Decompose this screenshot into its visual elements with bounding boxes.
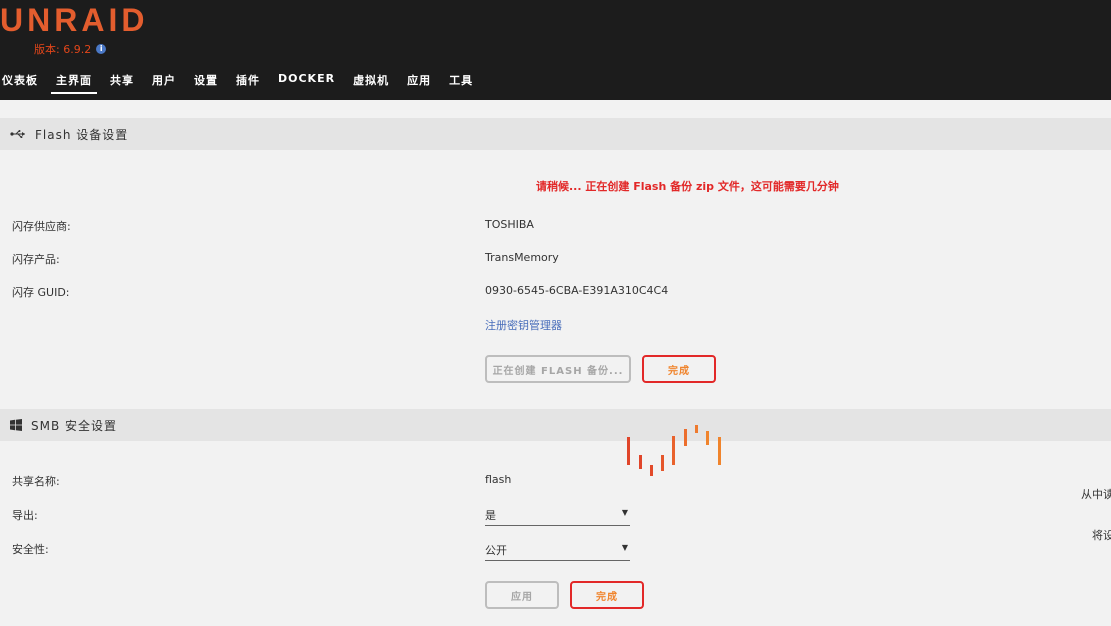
flash-backup-button[interactable]: 正在创建 FLASH 备份... [485, 355, 631, 383]
flash-section-title: Flash 设备设置 [35, 127, 129, 142]
flash-vendor-value: TOSHIBA [485, 218, 534, 231]
smb-apply-button[interactable]: 应用 [485, 581, 559, 609]
nav-shares[interactable]: 共享 [101, 72, 143, 94]
usb-icon [10, 130, 25, 138]
nav-docker[interactable]: DOCKER [269, 72, 344, 94]
security-select-value: 公开 [485, 544, 507, 557]
version-info: 版本: 6.9.2 i [34, 41, 107, 57]
flash-guid-label: 闪存 GUID: [12, 286, 70, 299]
unraid-logo[interactable]: UNRAID [0, 2, 148, 39]
side-help-text-1: 从中读 [1081, 488, 1111, 501]
flash-product-label: 闪存产品: [12, 253, 60, 266]
flash-vendor-label: 闪存供应商: [12, 220, 71, 233]
smb-section-header: SMB 安全设置 [0, 409, 1111, 441]
dropdown-arrow-icon: ▼ [621, 508, 628, 517]
backup-notice: 请稍候... 正在创建 Flash 备份 zip 文件，这可能需要几分钟 [536, 180, 839, 193]
share-name-label: 共享名称: [12, 475, 60, 488]
export-label: 导出: [12, 509, 38, 522]
flash-product-value: TransMemory [485, 251, 559, 264]
registration-key-manager-link[interactable]: 注册密钥管理器 [485, 317, 562, 333]
security-select[interactable]: 公开 ▼ [485, 542, 630, 561]
info-icon[interactable]: i [96, 44, 107, 54]
nav-users[interactable]: 用户 [143, 72, 185, 94]
nav-tools[interactable]: 工具 [440, 72, 482, 94]
nav-main[interactable]: 主界面 [47, 72, 101, 94]
flash-section-header: Flash 设备设置 [0, 118, 1111, 150]
side-help-text-2: 将设 [1092, 529, 1111, 542]
dropdown-arrow-icon: ▼ [621, 543, 628, 552]
share-name-value: flash [485, 473, 512, 486]
main-nav: 仪表板 主界面 共享 用户 设置 插件 DOCKER 虚拟机 应用 工具 [0, 72, 482, 94]
nav-plugins[interactable]: 插件 [227, 72, 269, 94]
windows-icon [10, 419, 22, 431]
flash-done-button[interactable]: 完成 [642, 355, 716, 383]
loading-spinner [627, 425, 721, 476]
export-select[interactable]: 是 ▼ [485, 507, 630, 526]
export-select-value: 是 [485, 509, 496, 522]
smb-done-button[interactable]: 完成 [570, 581, 644, 609]
nav-dashboard[interactable]: 仪表板 [0, 72, 47, 94]
security-label: 安全性: [12, 543, 49, 556]
nav-apps[interactable]: 应用 [398, 72, 440, 94]
smb-section-title: SMB 安全设置 [31, 418, 118, 433]
version-text: 版本: 6.9.2 [34, 43, 92, 56]
nav-settings[interactable]: 设置 [185, 72, 227, 94]
top-header: UNRAID 版本: 6.9.2 i 仪表板 主界面 共享 用户 设置 插件 D… [0, 0, 1111, 100]
nav-vms[interactable]: 虚拟机 [344, 72, 398, 94]
flash-guid-value: 0930-6545-6CBA-E391A310C4C4 [485, 284, 669, 297]
